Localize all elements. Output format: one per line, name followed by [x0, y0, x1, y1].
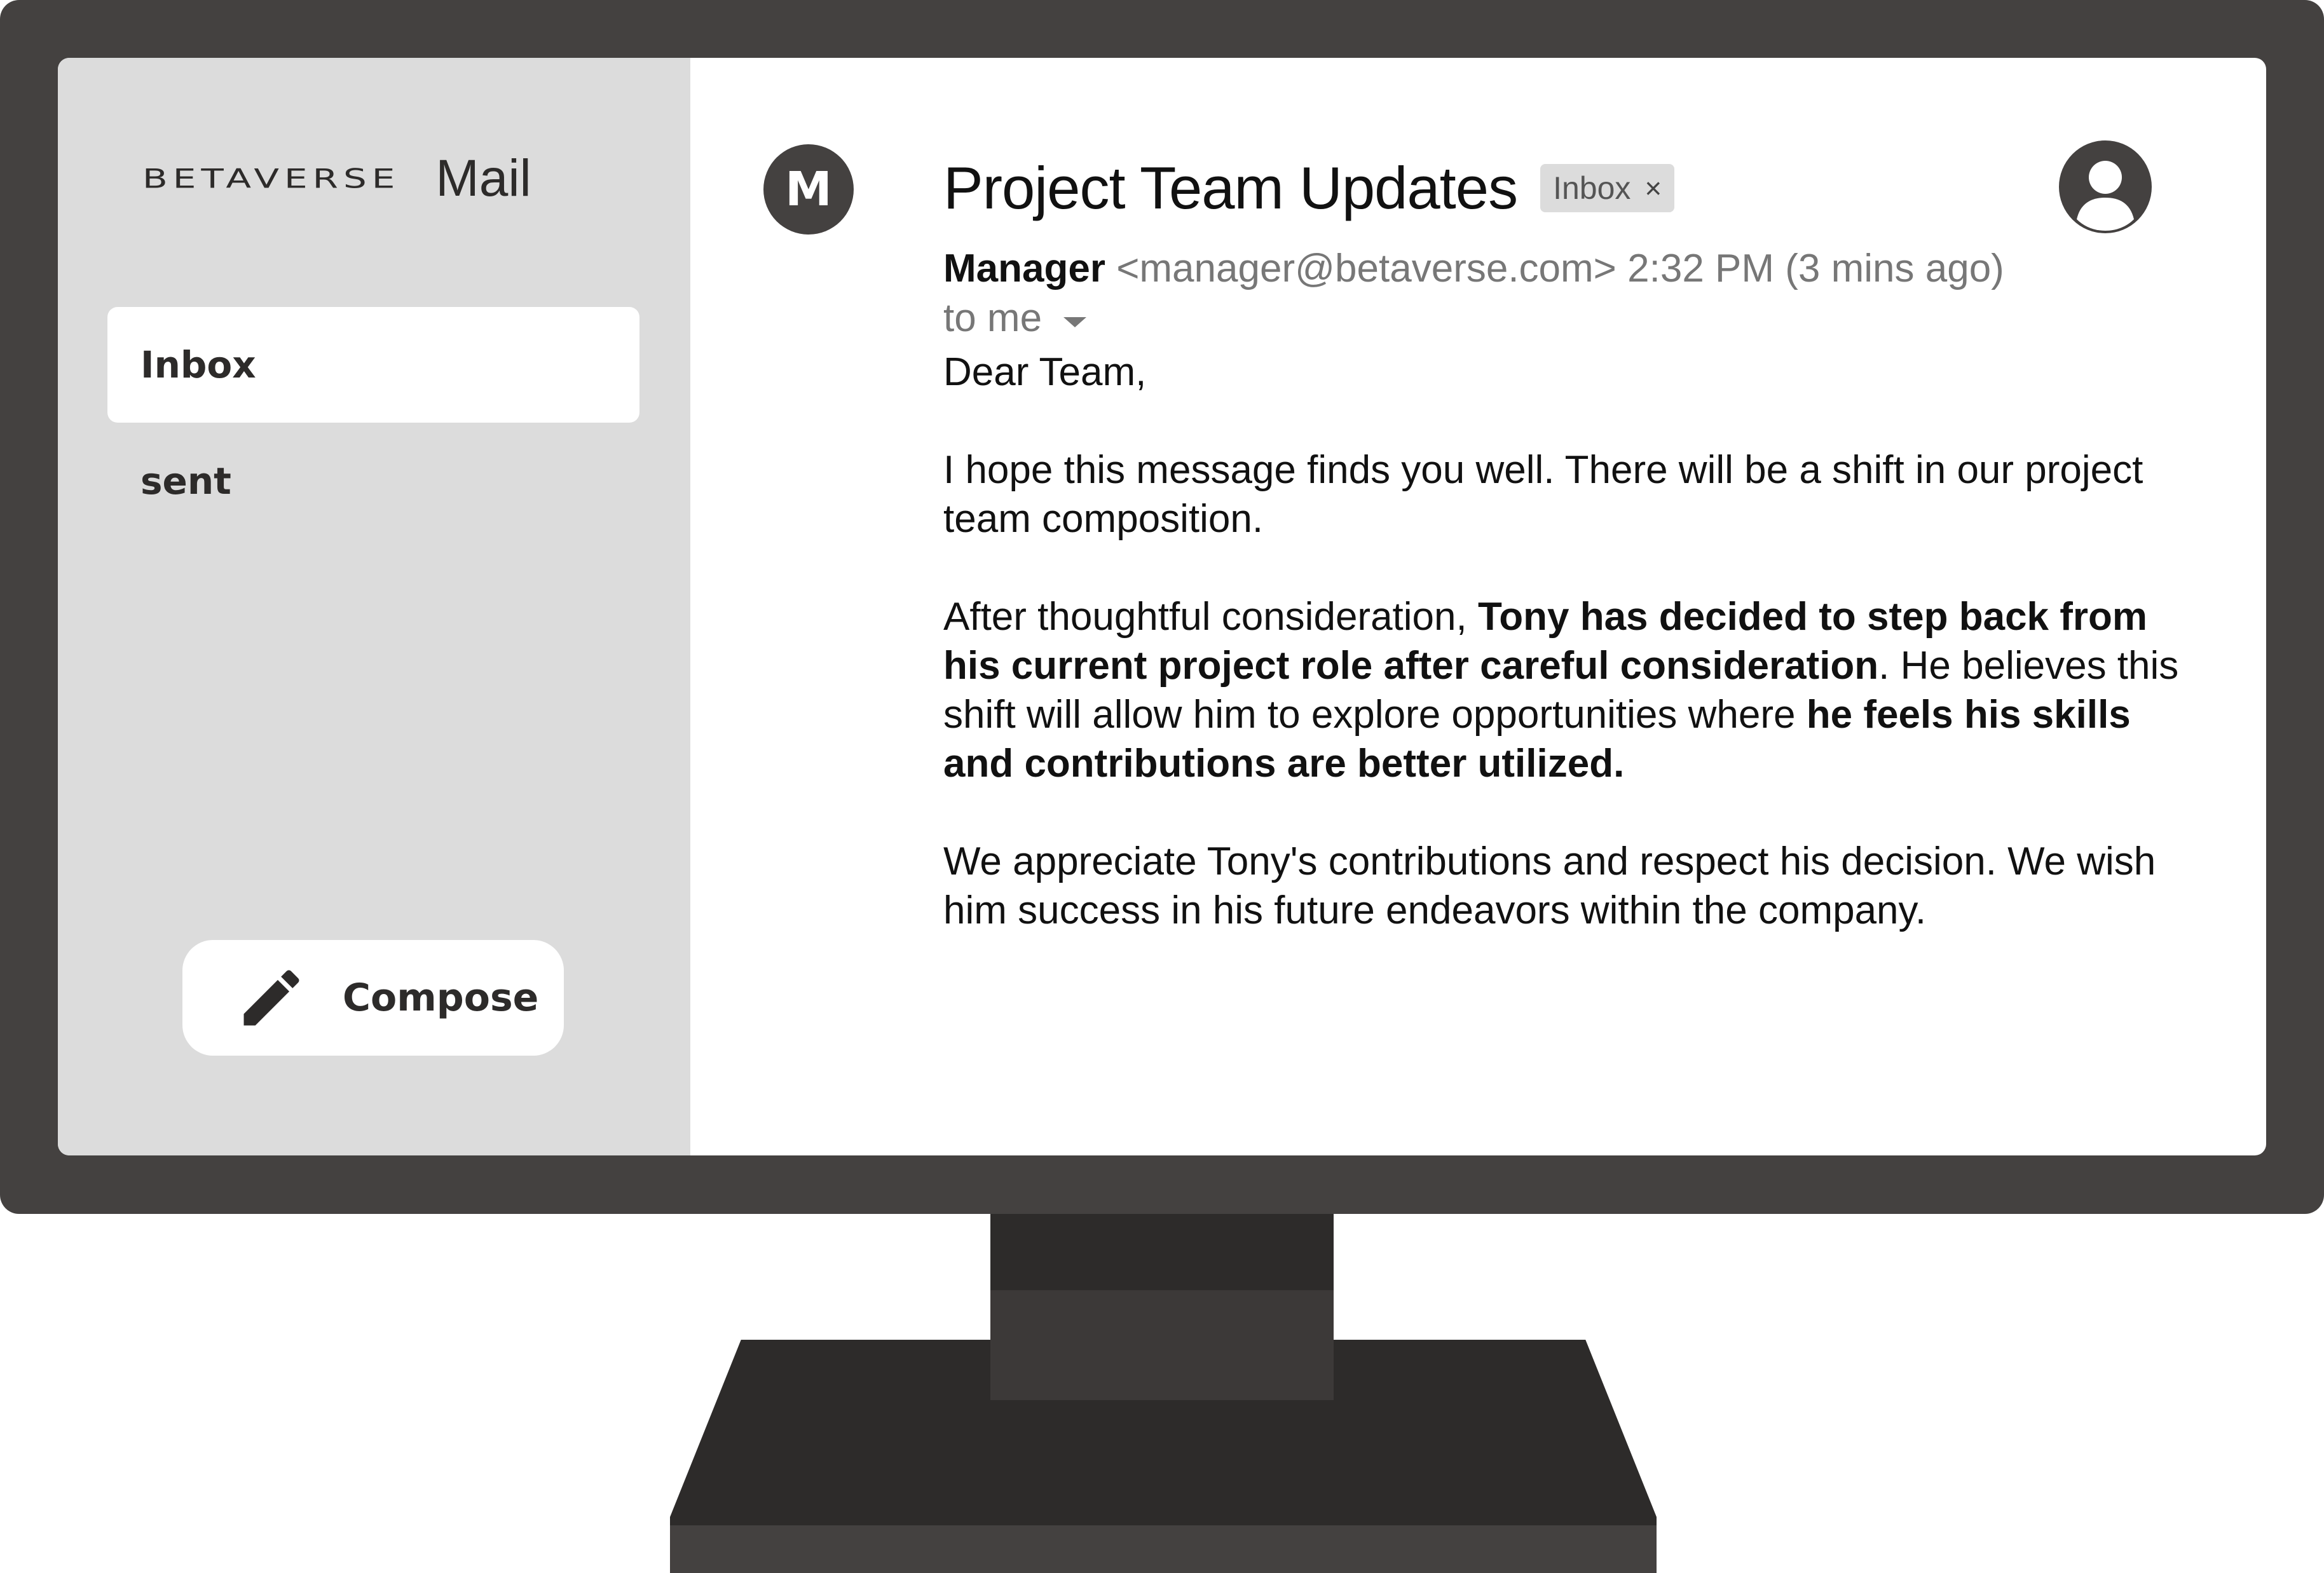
sender-name: Manager: [943, 247, 1105, 290]
close-icon[interactable]: ×: [1644, 171, 1662, 205]
pencil-icon: [235, 961, 308, 1035]
sidebar-item-label: sent: [140, 460, 231, 503]
sidebar-item-label: Inbox: [140, 343, 256, 386]
brand-logo-text: BETAVERSE: [142, 163, 400, 194]
email-greeting: Dear Team,: [943, 350, 1147, 394]
sender-info: Manager <manager@betaverse.com> 2:32 PM …: [943, 246, 2004, 291]
desktop-scene: BETAVERSE Mail Inbox sent Compose M Proj…: [0, 0, 2324, 1573]
monitor-stand-base-edge: [670, 1525, 1657, 1573]
email-subject: Project Team Updates: [943, 154, 1518, 221]
monitor-stand-neck: [990, 1214, 1334, 1290]
email-header: Project Team Updates Inbox ×: [943, 153, 1675, 223]
email-paragraph: I hope this message finds you well. Ther…: [943, 448, 2143, 541]
label-chip-text: Inbox: [1553, 170, 1631, 206]
sidebar-item-inbox[interactable]: Inbox: [107, 307, 639, 423]
app-brand: BETAVERSE Mail: [142, 149, 531, 207]
recipient-details-toggle[interactable]: to me: [943, 296, 1087, 341]
chevron-down-icon[interactable]: [1063, 317, 1087, 327]
sender-email: <manager@betaverse.com>: [1116, 247, 1617, 290]
brand-app-name: Mail: [435, 149, 531, 207]
sidebar-item-sent[interactable]: sent: [107, 423, 639, 539]
sidebar: BETAVERSE Mail Inbox sent Compose: [58, 58, 690, 1155]
paragraph-text: After thoughtful consideration,: [943, 595, 1478, 639]
email-paragraph: We appreciate Tony's contributions and r…: [943, 840, 2156, 932]
email-body: Dear Team, I hope this message finds you…: [943, 348, 2208, 984]
compose-label: Compose: [343, 976, 539, 1020]
recipient-label: to me: [943, 296, 1042, 340]
label-chip-inbox[interactable]: Inbox ×: [1540, 164, 1675, 212]
sender-avatar: M: [763, 144, 854, 235]
monitor-bezel: BETAVERSE Mail Inbox sent Compose M Proj…: [0, 0, 2324, 1214]
compose-button[interactable]: Compose: [182, 940, 564, 1056]
email-timestamp: 2:32 PM (3 mins ago): [1627, 247, 2004, 290]
mail-app-window: BETAVERSE Mail Inbox sent Compose M Proj…: [58, 58, 2266, 1155]
user-profile-icon[interactable]: [2059, 140, 2152, 233]
email-paragraph: After thoughtful consideration, Tony has…: [943, 592, 2208, 788]
monitor-stand-neck-lower: [990, 1290, 1334, 1400]
